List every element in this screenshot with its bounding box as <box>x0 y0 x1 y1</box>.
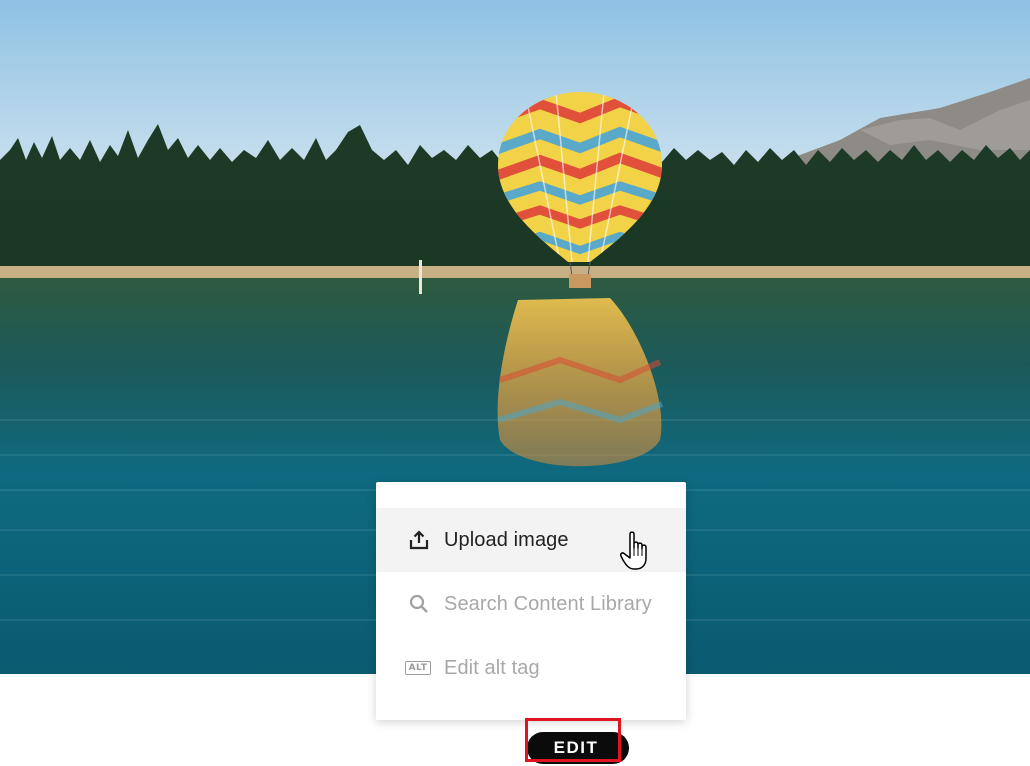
menu-item-upload-image[interactable]: Upload image <box>376 508 686 572</box>
image-action-menu: Upload image Search Content Library ALT … <box>376 482 686 720</box>
search-icon <box>406 591 432 617</box>
upload-icon <box>406 527 432 553</box>
alt-tag-icon: ALT <box>402 655 434 681</box>
upload-image-label: Upload image <box>444 528 569 551</box>
search-content-library-label: Search Content Library <box>444 592 652 615</box>
edit-button-highlight <box>525 718 621 762</box>
edit-alt-tag-label: Edit alt tag <box>444 656 540 679</box>
menu-item-edit-alt-tag[interactable]: ALT Edit alt tag <box>376 636 686 700</box>
menu-item-search-content-library[interactable]: Search Content Library <box>376 572 686 636</box>
alt-badge: ALT <box>404 661 432 675</box>
